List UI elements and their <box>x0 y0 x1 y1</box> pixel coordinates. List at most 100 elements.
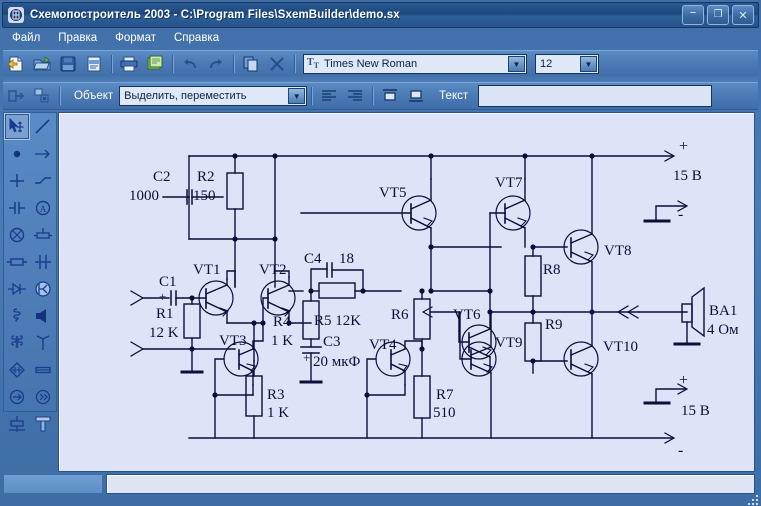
label-VT8: VT8 <box>604 243 632 259</box>
page-setup-button[interactable] <box>82 53 106 75</box>
object-mode-combo[interactable]: Выделить, переместить ▼ <box>119 86 308 106</box>
label-C4-value: 18 <box>339 251 354 267</box>
ammeter-tool[interactable]: A <box>30 194 56 221</box>
align-left-button[interactable] <box>317 85 341 107</box>
label-VT5: VT5 <box>379 185 407 201</box>
chevron-down-icon[interactable]: ▼ <box>508 56 525 72</box>
align-right-button[interactable] <box>343 85 367 107</box>
group-objects-button[interactable] <box>30 85 54 107</box>
chevron-down-icon[interactable]: ▼ <box>580 56 597 72</box>
align-bottom-icon <box>409 90 424 102</box>
label-C1: C1 <box>159 274 177 290</box>
copy-button[interactable] <box>239 53 263 75</box>
redo-button[interactable] <box>204 53 228 75</box>
transistor-tool[interactable] <box>30 275 56 302</box>
label-supply-top-minus: - <box>678 206 683 223</box>
menu-item-edit[interactable]: Правка <box>49 30 106 46</box>
text-input[interactable] <box>478 85 713 107</box>
font-name-combo[interactable]: TT Times New Roman ▼ <box>303 54 527 74</box>
bridge-rectifier-icon <box>9 361 25 378</box>
print-preview-button[interactable] <box>143 53 167 75</box>
new-file-button[interactable] <box>4 53 28 75</box>
font-size-value: 12 <box>540 58 553 70</box>
print-preview-icon <box>147 55 163 70</box>
variable-resistor-tool[interactable] <box>30 221 56 248</box>
menu-item-file[interactable]: Файл <box>3 30 49 46</box>
menu-item-help[interactable]: Справка <box>165 30 228 46</box>
open-folder-icon <box>33 56 51 71</box>
toolbar-separator-2 <box>172 55 173 73</box>
print-button[interactable] <box>117 53 141 75</box>
resistor-tool[interactable] <box>4 248 30 275</box>
polyline-tool[interactable] <box>30 167 56 194</box>
diode-tool[interactable] <box>4 275 30 302</box>
bridge-rectifier-tool[interactable] <box>4 356 30 383</box>
status-main-panel <box>106 474 755 494</box>
group-objects-icon <box>34 88 49 103</box>
amplifier-tool[interactable] <box>30 383 56 410</box>
open-file-button[interactable] <box>30 53 54 75</box>
cursor-move-icon <box>9 117 24 132</box>
close-button[interactable]: ✕ <box>732 5 754 25</box>
capacitor-tool[interactable] <box>4 194 30 221</box>
page-setup-icon <box>87 56 101 72</box>
maximize-icon: ❐ <box>713 9 723 20</box>
node-dot-tool[interactable] <box>4 140 30 167</box>
redo-arrow-icon <box>210 59 222 69</box>
transistor-circle-icon <box>35 280 51 297</box>
label-C3: C3 <box>323 334 341 350</box>
source-tool[interactable] <box>4 383 30 410</box>
save-disk-icon <box>60 56 76 72</box>
label-R3-value: 1 K <box>267 405 289 421</box>
diode-icon <box>8 282 26 295</box>
export-button[interactable] <box>4 85 28 107</box>
transformer-icon <box>11 334 23 348</box>
align-top-button[interactable] <box>378 85 402 107</box>
fuse-tool[interactable] <box>30 356 56 383</box>
menu-bar: Файл Правка Формат Справка <box>3 28 758 48</box>
toolbar-separator-4 <box>294 55 295 73</box>
object-mode-value: Выделить, переместить <box>124 90 247 102</box>
ground-symbol-icon <box>10 173 24 187</box>
maximize-button[interactable]: ❐ <box>707 5 729 25</box>
font-size-combo[interactable]: 12 ▼ <box>535 54 599 74</box>
schematic-canvas[interactable]: C2 1000 R2 150 C1 VT1 VT2 R1 12 K VT3 R3… <box>58 112 755 472</box>
label-supply-bottom-plus: + <box>679 372 688 389</box>
label-supply-bottom-voltage: 15 В <box>681 403 710 419</box>
crossing-wires-tool[interactable] <box>30 248 56 275</box>
label-R6: R6 <box>391 307 409 323</box>
speaker-tool[interactable] <box>30 302 56 329</box>
lamp-cross-circle-icon <box>9 227 25 242</box>
antenna-tool[interactable] <box>30 329 56 356</box>
save-file-button[interactable] <box>56 53 80 75</box>
relay-icon <box>9 415 25 432</box>
menu-item-format[interactable]: Формат <box>106 30 165 46</box>
label-R5: R5 12K <box>314 313 361 329</box>
arrow-connector-tool[interactable] <box>30 140 56 167</box>
undo-button[interactable] <box>178 53 202 75</box>
variable-resistor-icon <box>34 227 52 239</box>
inductor-tool[interactable] <box>4 302 30 329</box>
ground-tool[interactable] <box>4 167 30 194</box>
label-supply-top-plus: + <box>679 138 688 155</box>
wire-crossing-icon <box>35 254 51 269</box>
transformer-tool[interactable] <box>4 329 30 356</box>
align-left-icon <box>322 90 337 101</box>
label-supply-bottom-minus: - <box>678 442 683 459</box>
current-source-icon <box>9 389 25 404</box>
relay-tool[interactable] <box>4 410 30 437</box>
label-c1-polarity: + <box>159 289 166 304</box>
motor-tool[interactable] <box>30 410 56 437</box>
select-move-tool[interactable] <box>4 113 30 140</box>
window-controls: – ❐ ✕ <box>682 5 754 25</box>
minimize-button[interactable]: – <box>682 5 704 25</box>
label-R7: R7 <box>436 387 454 403</box>
label-VT2: VT2 <box>259 262 287 278</box>
delete-button[interactable] <box>265 53 289 75</box>
resize-grip[interactable] <box>744 491 758 505</box>
chevron-down-icon[interactable]: ▼ <box>288 88 306 104</box>
motor-icon <box>35 416 51 431</box>
align-bottom-button[interactable] <box>404 85 428 107</box>
lamp-tool[interactable] <box>4 221 30 248</box>
line-tool[interactable] <box>30 113 56 140</box>
